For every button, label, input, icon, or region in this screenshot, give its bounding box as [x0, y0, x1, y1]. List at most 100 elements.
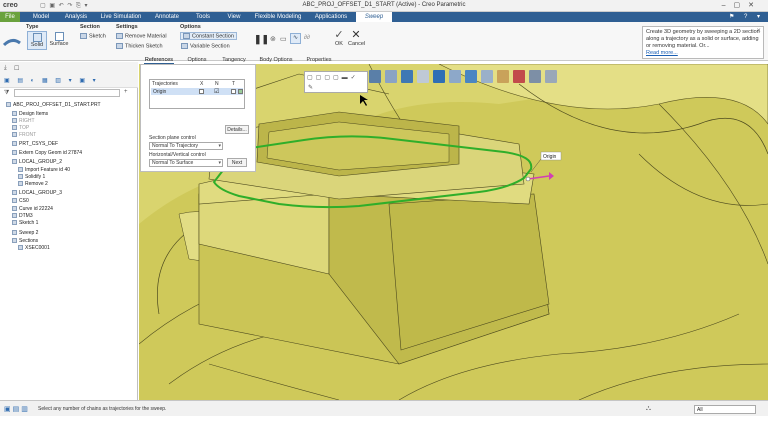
- tree-item[interactable]: Extern Copy Geom id 27874: [12, 150, 82, 156]
- tree-item-label: ABC_PROJ_OFFSET_D1_START.PRT: [13, 102, 101, 108]
- next-button[interactable]: Next: [227, 158, 247, 167]
- tab-file[interactable]: File: [0, 12, 20, 22]
- filter-icon[interactable]: ⧩: [4, 90, 9, 97]
- selection-filter-icons[interactable]: ▢▢▢▢▬✓: [307, 74, 359, 81]
- display-style-icon[interactable]: [433, 70, 445, 83]
- refit-icon[interactable]: [369, 70, 381, 83]
- datum-display-icon[interactable]: [481, 70, 493, 83]
- surface-button[interactable]: Surface: [49, 32, 69, 47]
- tree-item[interactable]: Sections: [12, 238, 38, 244]
- ok-label: OK: [335, 41, 343, 47]
- window-controls[interactable]: –▢✕: [722, 1, 762, 9]
- tree-search-input[interactable]: [14, 89, 120, 97]
- t-checkbox-2[interactable]: [238, 89, 243, 94]
- section-plane-select[interactable]: Normal To Trajectory: [149, 142, 223, 150]
- tab-annotate[interactable]: Annotate: [152, 12, 182, 22]
- tree-item-label: Extern Copy Geom id 27874: [19, 150, 83, 156]
- tab-tools[interactable]: Tools: [192, 12, 214, 22]
- t-checkbox[interactable]: [231, 89, 236, 94]
- selection-filter-select[interactable]: All: [694, 405, 756, 414]
- tree-item[interactable]: Sweep 2: [12, 230, 38, 236]
- tree-item[interactable]: TOP: [12, 125, 29, 131]
- tab-properties[interactable]: Properties: [304, 57, 334, 64]
- orientation-label: Horizontal/Vertical control: [149, 152, 206, 158]
- status-icons[interactable]: ▣▤▥: [4, 405, 30, 413]
- tree-item[interactable]: ABC_PROJ_OFFSET_D1_START.PRT: [6, 102, 101, 108]
- tree-item[interactable]: LOCAL_GROUP_2: [12, 159, 62, 165]
- model-tree-tab-icon[interactable]: ⤓: [4, 65, 7, 72]
- close-help-icon[interactable]: ✕: [756, 28, 761, 35]
- orientation-select[interactable]: Normal To Surface: [149, 159, 223, 167]
- tree-item[interactable]: XSEC0001: [18, 245, 50, 251]
- tree-item[interactable]: LOCAL_GROUP_3: [12, 190, 62, 196]
- constant-section-label: Constant Section: [192, 33, 234, 40]
- variable-section-button[interactable]: Variable Section: [181, 43, 230, 49]
- type-group-title: Type: [26, 24, 39, 30]
- status-message: Select any number of chains as trajector…: [38, 406, 167, 412]
- tab-live-simulation[interactable]: Live Simulation: [100, 12, 142, 22]
- zoom-in-icon[interactable]: [385, 70, 397, 83]
- annotation-display-icon[interactable]: [497, 70, 509, 83]
- tab-tangency[interactable]: Tangency: [220, 57, 248, 64]
- n-checkbox-checked[interactable]: ☑: [214, 88, 219, 95]
- thicken-sketch-button[interactable]: Thicken Sketch: [116, 43, 163, 49]
- tree-tools-icons[interactable]: ▣ ▤ ◐ ▦ ▥ ▾ ▣ ▾: [4, 77, 99, 84]
- tree-item[interactable]: FRONT: [12, 132, 36, 138]
- tree-item[interactable]: Solidify 1: [18, 174, 45, 180]
- x-checkbox[interactable]: [199, 89, 204, 94]
- saved-orientations-icon[interactable]: [449, 70, 461, 83]
- tab-references[interactable]: References: [144, 57, 174, 64]
- selection-icon[interactable]: ⛬: [646, 405, 651, 413]
- ok-button[interactable]: ✓ OK: [333, 28, 345, 47]
- cancel-button[interactable]: ✕ Cancel: [348, 28, 365, 47]
- tree-item[interactable]: DTM3: [12, 213, 33, 219]
- tab-options[interactable]: Options: [184, 57, 210, 64]
- spin-center-icon[interactable]: [513, 70, 525, 83]
- preview-mode-icon[interactable]: ∿: [290, 33, 301, 44]
- constant-section-button[interactable]: Constant Section: [180, 32, 237, 41]
- tab-applications[interactable]: Applications: [312, 12, 350, 22]
- feature-icon: [12, 159, 17, 165]
- tab-model[interactable]: Model: [28, 12, 54, 22]
- preview-icon[interactable]: ⊚: [270, 35, 276, 43]
- pause-button[interactable]: ❚❚: [254, 34, 269, 45]
- tree-item[interactable]: CS0: [12, 198, 29, 204]
- tree-item[interactable]: Remove 2: [18, 181, 48, 187]
- tree-item[interactable]: Design Items: [12, 111, 48, 117]
- pause-tool-icon[interactable]: [529, 70, 541, 83]
- zoom-out-icon[interactable]: [401, 70, 413, 83]
- more-view-icon[interactable]: [545, 70, 557, 83]
- tree-item[interactable]: Import Feature id 40: [18, 167, 70, 173]
- status-bar: ▣▤▥ Select any number of chains as traje…: [0, 400, 768, 416]
- trajectories-table[interactable]: Trajectories X N T Origin ☑: [149, 79, 245, 109]
- feature-icon: [12, 141, 17, 147]
- sweep-subtabs: References Options Tangency Body Options…: [140, 57, 338, 64]
- feature-icon: [12, 238, 17, 244]
- repaint-icon[interactable]: [417, 70, 429, 83]
- add-icon[interactable]: +: [124, 89, 128, 95]
- section-group-title: Section: [80, 24, 100, 30]
- help-icons[interactable]: ⚑ ? ▾: [729, 13, 764, 20]
- tree-item[interactable]: RIGHT: [12, 118, 35, 124]
- details-button[interactable]: Details...: [225, 125, 249, 134]
- tree-item[interactable]: Sketch 1: [12, 220, 38, 226]
- group-settings: Settings: [116, 24, 138, 30]
- title-bar: creo ▢ ▣ ↶ ↷ ⎘ ▾ ABC_PROJ_OFFSET_D1_STAR…: [0, 0, 768, 12]
- verify-icon[interactable]: ▭: [280, 35, 287, 43]
- tab-view[interactable]: View: [224, 12, 244, 22]
- folder-tab-icon[interactable]: ☐: [14, 65, 19, 72]
- trajectory-row[interactable]: Origin ☑: [151, 88, 243, 95]
- sketch-button[interactable]: Sketch: [80, 33, 106, 39]
- view-manager-icon[interactable]: [465, 70, 477, 83]
- tab-sweep[interactable]: Sweep: [356, 12, 392, 22]
- tree-item[interactable]: PRT_CSYS_DEF: [12, 141, 58, 147]
- tab-analysis[interactable]: Analysis: [62, 12, 90, 22]
- tree-item[interactable]: Curve id 22224: [12, 206, 53, 212]
- solid-button[interactable]: Solid: [27, 31, 47, 50]
- pencil-icon[interactable]: ✎: [308, 84, 313, 91]
- read-more-link[interactable]: Read more...: [646, 50, 760, 57]
- remove-material-button[interactable]: Remove Material: [116, 33, 167, 39]
- preview-detail-icon[interactable]: ∂∂: [304, 35, 310, 41]
- tab-body-options[interactable]: Body Options: [258, 57, 294, 64]
- tab-flexible-modeling[interactable]: Flexible Modeling: [254, 12, 302, 22]
